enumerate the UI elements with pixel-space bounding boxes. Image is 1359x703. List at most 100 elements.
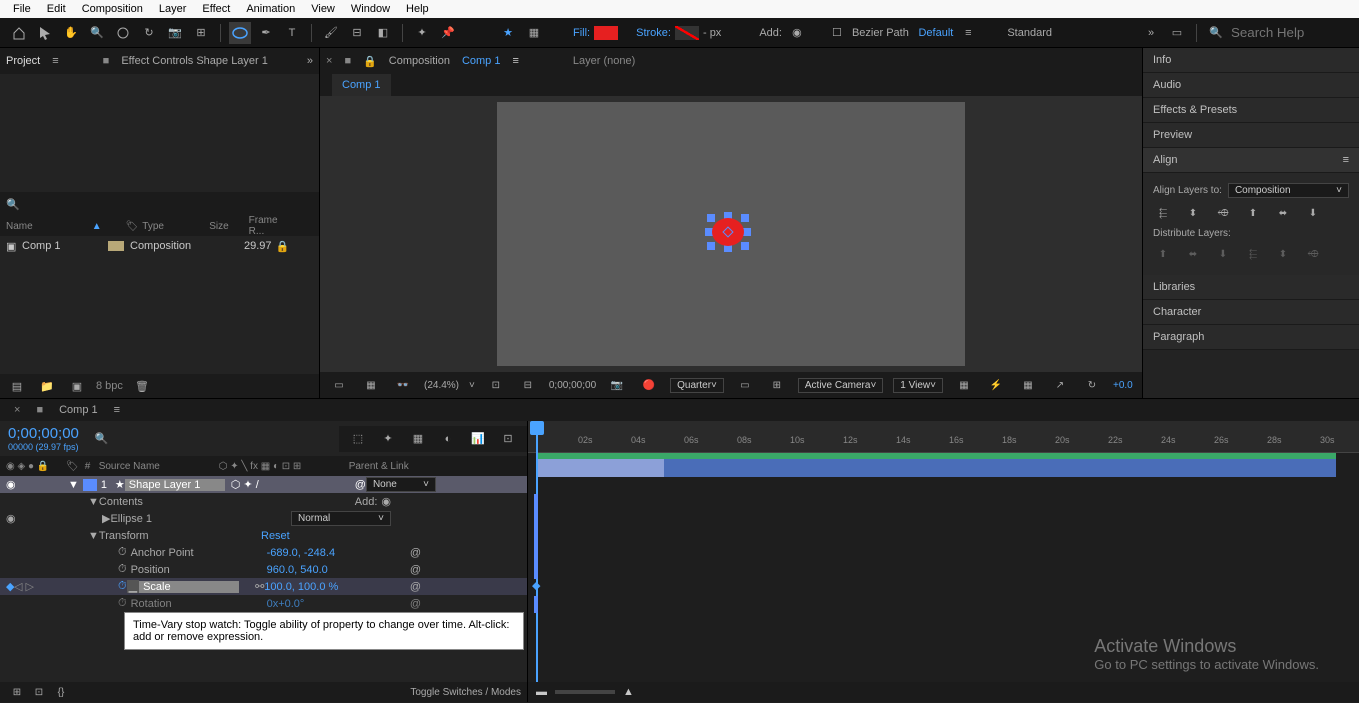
rotation-row[interactable]: ⏱ Rotation 0x+0.0° @ bbox=[0, 595, 527, 612]
tl-close-icon[interactable]: × bbox=[6, 404, 28, 416]
scale-row[interactable]: ◆ ◁ ▷ ⏱ ▁ Scale ⚯ 100.0, 100.0 % @ bbox=[0, 578, 527, 595]
item-lock-icon[interactable]: 🔒 bbox=[272, 240, 290, 253]
keyframe-diamond-icon[interactable]: ◆ bbox=[532, 579, 540, 592]
tag-header-icon[interactable]: 🏷 bbox=[66, 461, 79, 472]
resolution-icon[interactable]: ⊡ bbox=[485, 374, 507, 396]
tl-tab-menu-icon[interactable]: ≡ bbox=[106, 404, 128, 416]
selection-tool-icon[interactable] bbox=[34, 22, 56, 44]
anchor-stopwatch-icon[interactable]: ⏱ bbox=[118, 546, 127, 559]
workspace-menu-icon[interactable]: ≡ bbox=[957, 22, 979, 44]
reset-exposure-icon[interactable]: ↻ bbox=[1081, 374, 1103, 396]
layer-row[interactable]: ◉ ▼ 1 ★ Shape Layer 1 ⬡ ✦ / @ None ˅ bbox=[0, 476, 527, 493]
zoom-in-icon[interactable]: ▲ bbox=[623, 686, 634, 698]
reset-link[interactable]: Reset bbox=[261, 530, 521, 542]
stroke-swatch[interactable] bbox=[675, 26, 699, 40]
align-hcenter-icon[interactable]: ⬍ bbox=[1183, 204, 1203, 222]
effects-panel[interactable]: Effects & Presets bbox=[1143, 98, 1359, 123]
toggle-switches[interactable]: Toggle Switches / Modes bbox=[410, 687, 521, 698]
project-search-input[interactable] bbox=[20, 197, 313, 212]
tl-search-input[interactable] bbox=[109, 431, 331, 446]
timeline-icon[interactable]: ▦ bbox=[1017, 374, 1039, 396]
tag-icon[interactable]: 🏷 bbox=[122, 221, 143, 232]
effect-controls-tab[interactable]: Effect Controls Shape Layer 1 bbox=[121, 55, 268, 67]
new-folder-icon[interactable]: 📁 bbox=[36, 375, 58, 397]
comp-close-icon[interactable]: × bbox=[326, 55, 332, 67]
menu-layer[interactable]: Layer bbox=[151, 3, 195, 15]
eraser-tool-icon[interactable]: ◧ bbox=[372, 22, 394, 44]
project-item-row[interactable]: ▣ Comp 1 Composition 29.97 🔒 bbox=[0, 236, 319, 256]
time-ruler[interactable]: 02s04s06s08s10s12s14s16s18s20s22s24s26s2… bbox=[528, 421, 1359, 453]
parent-pickwhip-icon[interactable]: @ bbox=[355, 479, 366, 491]
ellipse-row[interactable]: ◉ ▶ Ellipse 1 Normal ˅ bbox=[0, 510, 527, 527]
tl-switch-icon3[interactable]: {} bbox=[50, 681, 72, 703]
scale-graph-icon[interactable]: ▁ bbox=[127, 580, 139, 593]
comp-lock-icon[interactable]: 🔒 bbox=[363, 55, 377, 68]
parent-dropdown[interactable]: None ˅ bbox=[366, 477, 436, 492]
menu-window[interactable]: Window bbox=[343, 3, 398, 15]
align-menu-icon[interactable]: ≡ bbox=[1343, 154, 1349, 166]
anchor-pickwhip-icon[interactable]: @ bbox=[410, 547, 521, 559]
menu-animation[interactable]: Animation bbox=[238, 3, 303, 15]
add-button-icon[interactable]: ◉ bbox=[786, 22, 808, 44]
project-tab-menu-icon[interactable]: ≡ bbox=[52, 55, 58, 67]
scale-pickwhip-icon[interactable]: @ bbox=[410, 581, 521, 593]
layer-color[interactable] bbox=[83, 479, 97, 491]
position-row[interactable]: ⏱ Position 960.0, 540.0 @ bbox=[0, 561, 527, 578]
libraries-panel[interactable]: Libraries bbox=[1143, 275, 1359, 300]
item-tag[interactable] bbox=[108, 241, 124, 251]
position-stopwatch-icon[interactable]: ⏱ bbox=[118, 563, 127, 576]
pen-tool-icon[interactable]: ✒ bbox=[255, 22, 277, 44]
bpc-label[interactable]: 8 bpc bbox=[96, 380, 123, 392]
tl-frame-blend-icon[interactable]: ▦ bbox=[407, 428, 429, 450]
flowchart-icon[interactable]: ↗ bbox=[1049, 374, 1071, 396]
menu-view[interactable]: View bbox=[303, 3, 343, 15]
scale-value[interactable]: 100.0, 100.0 % bbox=[264, 581, 338, 593]
zoom-out-icon[interactable]: ▬ bbox=[536, 686, 547, 698]
roto-tool-icon[interactable]: ✦ bbox=[411, 22, 433, 44]
roi-icon[interactable]: ▭ bbox=[734, 374, 756, 396]
rotate-tool-icon[interactable]: ↻ bbox=[138, 22, 160, 44]
new-comp-icon[interactable]: ▣ bbox=[66, 375, 88, 397]
col-frame[interactable]: Frame R... bbox=[249, 215, 313, 237]
snapshot-icon[interactable]: 📷 bbox=[606, 374, 628, 396]
text-tool-icon[interactable]: T bbox=[281, 22, 303, 44]
quality-dropdown[interactable]: Quarter ˅ bbox=[670, 378, 724, 393]
comp-panel-menu-icon[interactable]: ≡ bbox=[512, 55, 518, 67]
align-left-icon[interactable]: ⬱ bbox=[1153, 204, 1173, 222]
stroke-label[interactable]: Stroke: bbox=[636, 27, 671, 39]
align-panel[interactable]: Align≡ bbox=[1143, 148, 1359, 173]
col-name[interactable]: Name bbox=[6, 221, 92, 232]
comp-tab[interactable]: Comp 1 bbox=[332, 74, 391, 96]
guides-icon[interactable]: ⊞ bbox=[766, 374, 788, 396]
zoom-slider[interactable] bbox=[555, 690, 615, 694]
magnification-icon[interactable]: ▭ bbox=[328, 374, 350, 396]
sort-icon[interactable]: ▲ bbox=[92, 221, 122, 232]
tl-shy-icon[interactable]: ✦ bbox=[377, 428, 399, 450]
align-top-icon[interactable]: ⬆ bbox=[1243, 204, 1263, 222]
menu-edit[interactable]: Edit bbox=[39, 3, 74, 15]
zoom-level[interactable]: (24.4%) bbox=[424, 380, 459, 391]
tl-motion-blur-icon[interactable]: ◐ bbox=[437, 428, 459, 450]
transform-twirl-icon[interactable]: ▼ bbox=[88, 530, 99, 542]
layer-duration-selected[interactable] bbox=[536, 459, 664, 477]
comp-panel-active[interactable]: Comp 1 bbox=[462, 55, 501, 67]
preview-panel[interactable]: Preview bbox=[1143, 123, 1359, 148]
pixel-aspect-icon[interactable]: ▦ bbox=[953, 374, 975, 396]
search-input[interactable] bbox=[1231, 25, 1351, 40]
workspace-standard[interactable]: Standard bbox=[1007, 27, 1052, 39]
channel-icon[interactable]: 🔴 bbox=[638, 374, 660, 396]
anchor-row[interactable]: ⏱ Anchor Point -689.0, -248.4 @ bbox=[0, 544, 527, 561]
tl-switch-icon2[interactable]: ⊡ bbox=[28, 681, 50, 703]
ellipse-tool-icon[interactable] bbox=[229, 22, 251, 44]
orbit-tool-icon[interactable] bbox=[112, 22, 134, 44]
fast-preview-icon[interactable]: ⚡ bbox=[985, 374, 1007, 396]
tl-comp-icon[interactable]: ⬚ bbox=[347, 428, 369, 450]
ellipse-shape[interactable] bbox=[707, 214, 749, 250]
tl-current-time[interactable]: 0;00;00;00 bbox=[8, 425, 79, 442]
pan-tool-icon[interactable]: ⊞ bbox=[190, 22, 212, 44]
character-panel[interactable]: Character bbox=[1143, 300, 1359, 325]
tl-graph-icon[interactable]: 📊 bbox=[467, 428, 489, 450]
panel-icon[interactable]: ▭ bbox=[1166, 22, 1188, 44]
align-vcenter-icon[interactable]: ⬌ bbox=[1273, 204, 1293, 222]
tl-switch-icon1[interactable]: ⊞ bbox=[6, 681, 28, 703]
